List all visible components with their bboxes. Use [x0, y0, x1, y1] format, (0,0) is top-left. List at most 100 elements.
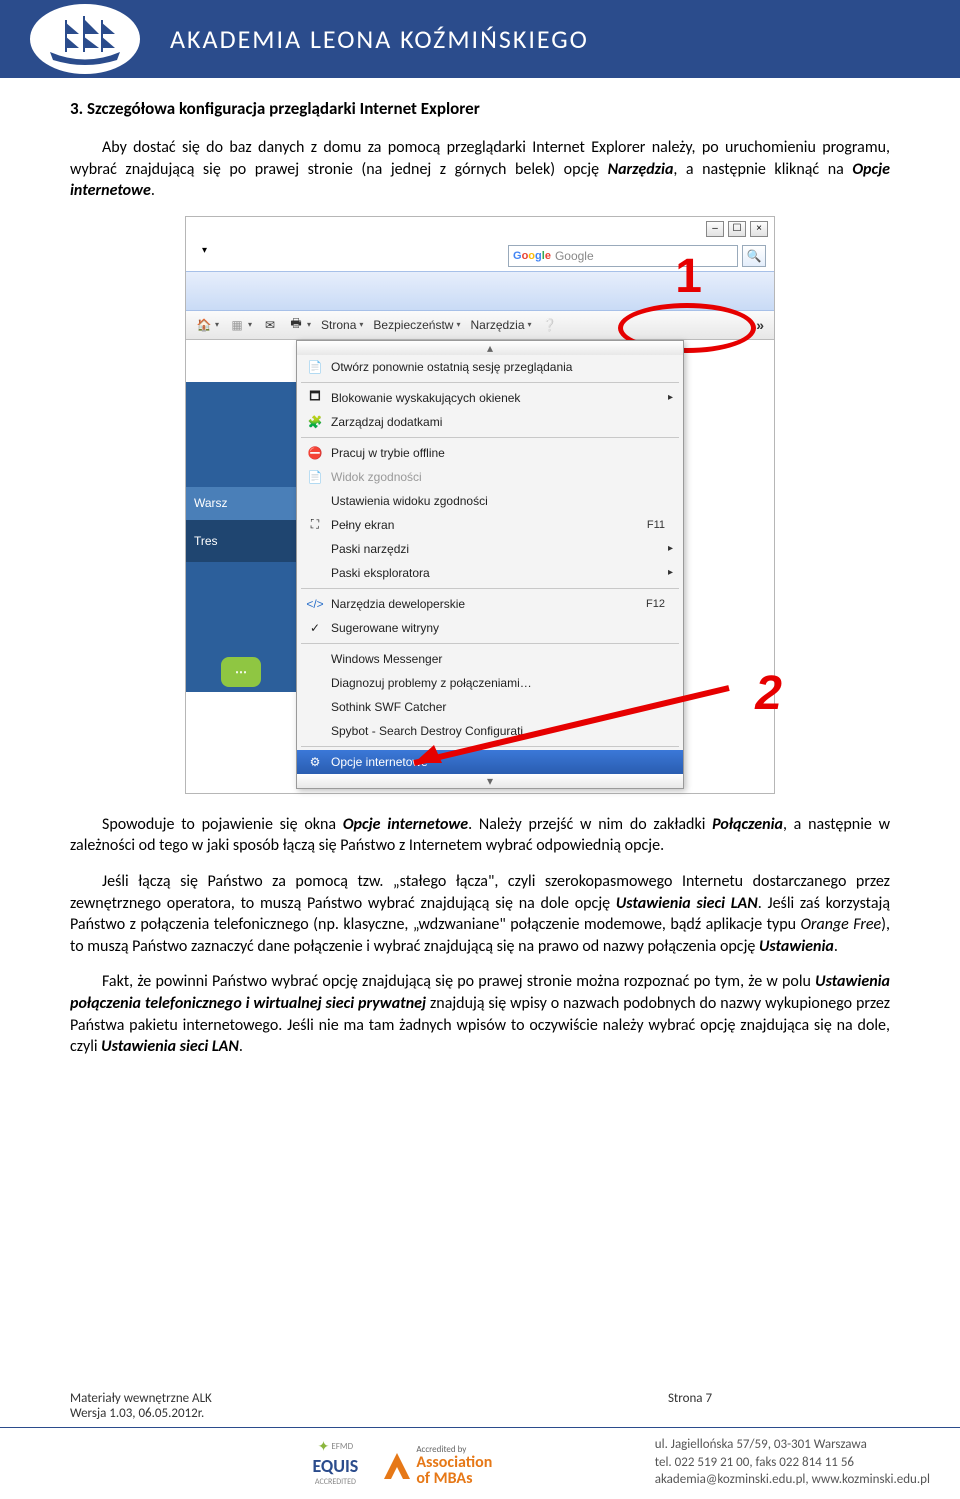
page-menu[interactable]: Strona ▾ — [321, 318, 363, 332]
paragraph-4: Fakt, że powinni Państwo wybrać opcję zn… — [70, 971, 890, 1057]
annotation-marker-1: 1 — [675, 249, 702, 304]
search-input[interactable]: Google Google — [508, 245, 738, 267]
check-icon: ✓ — [307, 620, 323, 636]
term-narzedzia: Narzędzia — [608, 160, 674, 179]
menu-item-compat-view[interactable]: 📄Widok zgodności — [297, 465, 683, 489]
logo — [30, 4, 140, 74]
term-polaczenia: Połączenia — [712, 815, 783, 834]
tools-label: Narzędzia — [470, 318, 524, 332]
fullscreen-icon: ⛶ — [307, 517, 323, 533]
term-lan: Ustawienia sieci LAN — [616, 894, 758, 913]
term-lan-2: Ustawienia sieci LAN — [101, 1037, 239, 1056]
search-button[interactable]: 🔍 — [742, 245, 766, 267]
menu-item-diagnose[interactable]: Diagnozuj problemy z połączeniami… — [297, 671, 683, 695]
feed-icon: ▦ — [229, 317, 245, 333]
google-icon: Google — [513, 250, 551, 262]
minimize-button[interactable]: – — [706, 221, 724, 237]
command-bar: 🏠▾ ▦▾ ✉ 🖶▾ Strona ▾ Bezpieczeństw▾ Narzę… — [186, 311, 774, 340]
menu-item-compat-settings[interactable]: Ustawienia widoku zgodności — [297, 489, 683, 513]
bg-label-warsz: Warsz — [186, 487, 296, 520]
menu-item-toolbars[interactable]: Paski narzędzi▸ — [297, 537, 683, 561]
feeds-button[interactable]: ▦▾ — [229, 317, 252, 333]
tools-dropdown-menu: ▴ 📄Otwórz ponownie ostatnią sesję przegl… — [296, 340, 684, 789]
shortcut-f12: F12 — [646, 598, 665, 610]
overflow-icon[interactable]: » — [756, 317, 764, 333]
term-orange: Orange Free — [801, 915, 882, 934]
menu-item-messenger[interactable]: Windows Messenger — [297, 647, 683, 671]
amba-icon — [384, 1453, 410, 1479]
menu-item-explorer-bars[interactable]: Paski eksploratora▸ — [297, 561, 683, 585]
devtools-icon: </> — [307, 596, 323, 612]
accreditations: ✦EFMD EQUIS ACCREDITED Accredited by Ass… — [312, 1438, 492, 1487]
page-background-strip: Warsz Tres ⋯ — [186, 382, 296, 742]
bg-label-tres: Tres — [186, 520, 296, 562]
page-number: Strona 7 — [600, 1391, 780, 1421]
menu-scroll-down[interactable]: ▾ — [297, 774, 683, 788]
help-icon: ❔ — [542, 317, 558, 333]
menu-item-manage-addons[interactable]: 🧩Zarządzaj dodatkami — [297, 410, 683, 434]
p2-text-a: Spowoduje to pojawienie się okna — [102, 815, 343, 834]
p1-text-b: , a następnie kliknąć na — [673, 160, 852, 179]
print-button[interactable]: 🖶▾ — [288, 317, 311, 333]
close-button[interactable]: × — [750, 221, 768, 237]
term-opcje-2: Opcje internetowe — [343, 815, 468, 834]
options-icon: ⚙ — [307, 754, 323, 770]
efmd-label: EFMD — [331, 1441, 353, 1452]
equis-badge: ✦EFMD EQUIS ACCREDITED — [312, 1438, 358, 1487]
maximize-button[interactable]: ☐ — [728, 221, 746, 237]
compat-icon: 📄 — [307, 469, 323, 485]
equis-sub: ACCREDITED — [315, 1477, 356, 1487]
contact-address: ul. Jagiellońska 57/59, 03-301 Warszawa — [655, 1436, 930, 1454]
menu-item-devtools[interactable]: </>Narzędzia deweloperskieF12 — [297, 592, 683, 616]
addons-icon: 🧩 — [307, 414, 323, 430]
term-ustawienia: Ustawienia — [759, 937, 834, 956]
paragraph-2: Spowoduje to pojawienie się okna Opcje i… — [70, 814, 890, 857]
footer-divider — [0, 1427, 960, 1428]
chat-icon: ⋯ — [221, 657, 261, 687]
menu-item-fullscreen[interactable]: ⛶Pełny ekranF11 — [297, 513, 683, 537]
dropdown-icon[interactable]: ▾ — [202, 245, 207, 267]
menu-item-suggested-sites[interactable]: ✓Sugerowane witryny — [297, 616, 683, 640]
page-footer: Materiały wewnętrzne ALK Wersja 1.03, 06… — [0, 1391, 960, 1499]
content: 3. Szczegółowa konfiguracja przeglądarki… — [0, 78, 960, 1058]
menu-item-work-offline[interactable]: ⛔Pracuj w trybie offline — [297, 441, 683, 465]
p4-text-a: Fakt, że powinni Państwo wybrać opcję zn… — [102, 972, 815, 991]
home-button[interactable]: 🏠▾ — [196, 317, 219, 333]
mail-icon: ✉ — [262, 317, 278, 333]
contact-email: akademia@kozminski.edu.pl, www.kozminski… — [655, 1471, 930, 1489]
footer-doc-title: Materiały wewnętrzne ALK — [70, 1391, 212, 1406]
print-icon: 🖶 — [288, 317, 304, 333]
contact-block: ul. Jagiellońska 57/59, 03-301 Warszawa … — [655, 1436, 930, 1489]
p2-text-b: . Należy przejść w nim do zakładki — [468, 815, 712, 834]
ie-screenshot: – ☐ × ▾ Google Google 🔍 🏠▾ ▦▾ ✉ 🖶▾ Stron… — [185, 216, 775, 794]
menu-item-spybot[interactable]: Spybot - Search Destroy Configurati — [297, 719, 683, 743]
mail-button[interactable]: ✉ — [262, 317, 278, 333]
dot: . — [239, 1037, 243, 1056]
safety-menu[interactable]: Bezpieczeństw▾ — [373, 318, 460, 332]
menu-item-reopen-session[interactable]: 📄Otwórz ponownie ostatnią sesję przegląd… — [297, 355, 683, 379]
menu-item-popup-blocker[interactable]: 🗖Blokowanie wyskakujących okienek▸ — [297, 386, 683, 410]
help-button[interactable]: ❔ — [542, 317, 558, 333]
equis-label: EQUIS — [312, 1455, 358, 1477]
home-icon: 🏠 — [196, 317, 212, 333]
paragraph-1: Aby dostać się do baz danych z domu za p… — [70, 137, 890, 202]
page-header: AKADEMIA LEONA KOŹMIŃSKIEGO — [0, 0, 960, 78]
amba-line3: of MBAs — [416, 1471, 492, 1487]
ship-icon — [45, 12, 125, 67]
reopen-icon: 📄 — [307, 359, 323, 375]
amba-badge: Accredited by Association of MBAs — [384, 1444, 492, 1487]
menu-item-sothink[interactable]: Sothink SWF Catcher — [297, 695, 683, 719]
tools-menu[interactable]: Narzędzia ▾ — [470, 318, 531, 332]
contact-phone: tel. 022 519 21 00, faks 022 814 11 56 — [655, 1454, 930, 1472]
safety-label: Bezpieczeństw — [373, 318, 453, 332]
window-controls: – ☐ × — [186, 217, 774, 241]
paragraph-3: Jeśli łączą się Państwo za pomocą tzw. „… — [70, 871, 890, 957]
popup-icon: 🗖 — [307, 390, 323, 406]
menu-scroll-up[interactable]: ▴ — [297, 341, 683, 355]
menu-item-internet-options[interactable]: ⚙Opcje internetowe — [297, 750, 683, 774]
shortcut-f11: F11 — [647, 519, 665, 531]
footer-version: Wersja 1.03, 06.05.2012r. — [70, 1406, 212, 1421]
dot: . — [151, 181, 155, 200]
section-title: 3. Szczegółowa konfiguracja przeglądarki… — [70, 98, 890, 119]
search-placeholder: Google — [555, 249, 594, 263]
